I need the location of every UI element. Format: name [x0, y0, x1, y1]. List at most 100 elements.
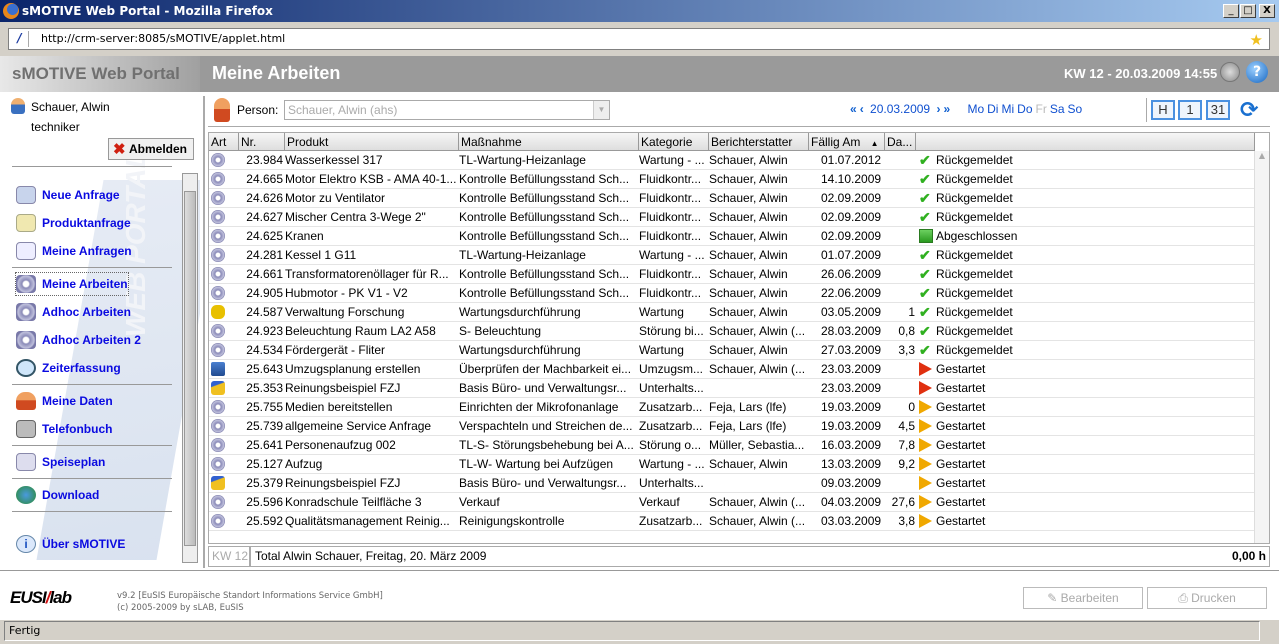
table-row[interactable]: 25.379 Reinungsbeispiel FZJ Basis Büro- un…: [209, 474, 1255, 493]
weekday-mo[interactable]: Mo: [967, 102, 984, 116]
table-row[interactable]: 24.281 Kessel 1 G11 TL-Wartung-Heizanlage W…: [209, 246, 1255, 265]
table-row[interactable]: 24.587 Verwaltung Forschung Wartungsdurchf…: [209, 303, 1255, 322]
column-header[interactable]: Nr.: [239, 133, 285, 151]
column-header[interactable]: [916, 133, 1255, 151]
cell-produkt: Reinungsbeispiel FZJ: [285, 381, 401, 395]
table-row[interactable]: 23.984 Wasserkessel 317 TL-Wartung-Heizanl…: [209, 151, 1255, 170]
table-row[interactable]: 24.627 Mischer Centra 3-Wege 2" Kontrolle …: [209, 208, 1255, 227]
divider: [12, 478, 172, 479]
gears-new-icon: [16, 303, 36, 321]
table-row[interactable]: 24.534 Fördergerät - Fliter Wartungsdurchf…: [209, 341, 1255, 360]
nav-produktanfrage[interactable]: Produktanfrage: [16, 212, 131, 234]
table-row[interactable]: 24.665 Motor Elektro KSB - AMA 40-1... Kon…: [209, 170, 1255, 189]
column-header[interactable]: Maßnahme: [459, 133, 639, 151]
table-row[interactable]: 25.592 Qualitätsmanagement Reinig... Reini…: [209, 512, 1255, 531]
column-header[interactable]: Fällig Am ▲: [809, 133, 885, 151]
nav-adhoc-arbeiten-2[interactable]: Adhoc Arbeiten 2: [16, 329, 141, 351]
scrollbar-thumb[interactable]: [184, 191, 196, 546]
nav-speiseplan[interactable]: Speiseplan: [16, 451, 105, 473]
eusis-slab-logo: EUSI/lab: [10, 588, 72, 607]
cell-faellig: 23.03.2009: [821, 381, 882, 395]
table-scrollbar[interactable]: ▲: [1254, 151, 1269, 543]
column-header[interactable]: Da...: [885, 133, 916, 151]
table-row[interactable]: 25.739 allgemeine Service Anfrage Verspach…: [209, 417, 1255, 436]
table-row[interactable]: 24.625 Kranen Kontrolle Befüllungsstand Sc…: [209, 227, 1255, 246]
weekday-sa[interactable]: Sa: [1050, 102, 1065, 116]
view-day-button[interactable]: 1: [1178, 100, 1202, 120]
nav-meine-daten[interactable]: Meine Daten: [16, 390, 113, 412]
table-row[interactable]: 25.127 Aufzug TL-W- Wartung bei Aufzügen Wa…: [209, 455, 1255, 474]
weekday-di[interactable]: Di: [987, 102, 998, 116]
person-select[interactable]: Schauer, Alwin (ahs) ▼: [284, 100, 610, 120]
cell-faellig: 27.03.2009: [821, 343, 882, 357]
cell-nr: 24.281: [246, 248, 283, 262]
weekday-do[interactable]: Do: [1017, 102, 1032, 116]
sidebar-scrollbar[interactable]: [182, 173, 198, 563]
table-row[interactable]: 24.905 Hubmotor - PK V1 - V2 Kontrolle Bef…: [209, 284, 1255, 303]
table-row[interactable]: 25.596 Konradschule Teilfläche 3 Verkauf Ve…: [209, 493, 1255, 512]
nav-download[interactable]: Download: [16, 484, 99, 506]
column-header-label: Art: [211, 135, 227, 149]
print-button[interactable]: ⎙ Drucken: [1147, 587, 1267, 609]
cell-status: Rückgemeldet: [936, 191, 1013, 205]
table-row[interactable]: 25.643 Umzugsplanung erstellen Überprüfen …: [209, 360, 1255, 379]
bookmark-star-icon[interactable]: ★: [1250, 31, 1263, 49]
nav-neue-anfrage[interactable]: Neue Anfrage: [16, 184, 120, 206]
gear-icon: [211, 210, 225, 224]
next-week-icon[interactable]: »: [943, 102, 950, 116]
divider: [12, 384, 172, 385]
column-header[interactable]: Kategorie: [639, 133, 709, 151]
table-row[interactable]: 25.755 Medien bereitstellen Einrichten der…: [209, 398, 1255, 417]
nav-adhoc-arbeiten[interactable]: Adhoc Arbeiten: [16, 301, 131, 323]
scroll-up-icon[interactable]: ▲: [1255, 151, 1269, 165]
nav-telefonbuch[interactable]: Telefonbuch: [16, 418, 112, 440]
status-orange-icon: [919, 400, 932, 414]
close-button[interactable]: X: [1259, 4, 1275, 18]
splitter[interactable]: [203, 96, 205, 568]
prev-week-icon[interactable]: «: [850, 102, 857, 116]
table-row[interactable]: 25.641 Personenaufzug 002 TL-S- Störungsbe…: [209, 436, 1255, 455]
version-info: v9.2 [EuSIS Europäische Standort Informa…: [117, 590, 383, 614]
nav-meine-anfragen[interactable]: Meine Anfragen: [16, 240, 132, 262]
user-name: Schauer, Alwin: [31, 100, 110, 114]
nav-meine-arbeiten[interactable]: Meine Arbeiten: [15, 272, 129, 296]
maximize-button[interactable]: □: [1240, 4, 1256, 18]
column-header[interactable]: Produkt: [285, 133, 459, 151]
cell-produkt: Umzugsplanung erstellen: [285, 362, 421, 376]
view-h-button[interactable]: H: [1151, 100, 1175, 120]
table-row[interactable]: 24.626 Motor zu Ventilator Kontrolle Befül…: [209, 189, 1255, 208]
cell-faellig: 04.03.2009: [821, 495, 882, 509]
cell-massnahme: Kontrolle Befüllungsstand Sch...: [459, 191, 630, 205]
view-month-button[interactable]: 31: [1206, 100, 1230, 120]
minimize-button[interactable]: _: [1223, 4, 1239, 18]
logout-button[interactable]: ✖ Abmelden: [108, 138, 194, 160]
gear-icon: [211, 514, 225, 528]
column-header[interactable]: Berichterstatter: [709, 133, 809, 151]
gear-icon: [211, 495, 225, 509]
globe-icon[interactable]: [1220, 62, 1240, 82]
prev-day-icon[interactable]: ‹: [860, 102, 864, 116]
status-check-icon: ✔: [919, 323, 931, 339]
cell-massnahme: Kontrolle Befüllungsstand Sch...: [459, 286, 630, 300]
edit-button[interactable]: ✎ Bearbeiten: [1023, 587, 1143, 609]
help-icon[interactable]: ?: [1246, 61, 1268, 83]
address-bar[interactable]: / http://crm-server:8085/sMOTIVE/applet.…: [8, 28, 1270, 50]
cell-produkt: Qualitätsmanagement Reinig...: [285, 514, 450, 528]
table-row[interactable]: 24.661 Transformatorenöllager für R... Kon…: [209, 265, 1255, 284]
refresh-icon[interactable]: ⟳: [1240, 98, 1258, 123]
nav-zeiterfassung[interactable]: Zeiterfassung: [16, 357, 121, 379]
column-header-label: Da...: [887, 135, 913, 149]
status-check-icon: ✔: [919, 285, 931, 301]
cell-massnahme: Kontrolle Befüllungsstand Sch...: [459, 210, 630, 224]
current-date[interactable]: 20.03.2009: [870, 102, 930, 116]
cell-bericht: Feja, Lars (lfe): [709, 400, 787, 414]
weekday-mi[interactable]: Mi: [1001, 102, 1014, 116]
chevron-down-icon[interactable]: ▼: [593, 101, 609, 119]
gear-icon: [211, 438, 225, 452]
weekday-so[interactable]: So: [1068, 102, 1083, 116]
table-row[interactable]: 24.923 Beleuchtung Raum LA2 A58 S- Beleuch…: [209, 322, 1255, 341]
next-day-icon[interactable]: ›: [936, 102, 940, 116]
table-row[interactable]: 25.353 Reinungsbeispiel FZJ Basis Büro- un…: [209, 379, 1255, 398]
column-header[interactable]: Art: [209, 133, 239, 151]
nav-ueber-smotive[interactable]: i Über sMOTIVE: [16, 533, 125, 555]
